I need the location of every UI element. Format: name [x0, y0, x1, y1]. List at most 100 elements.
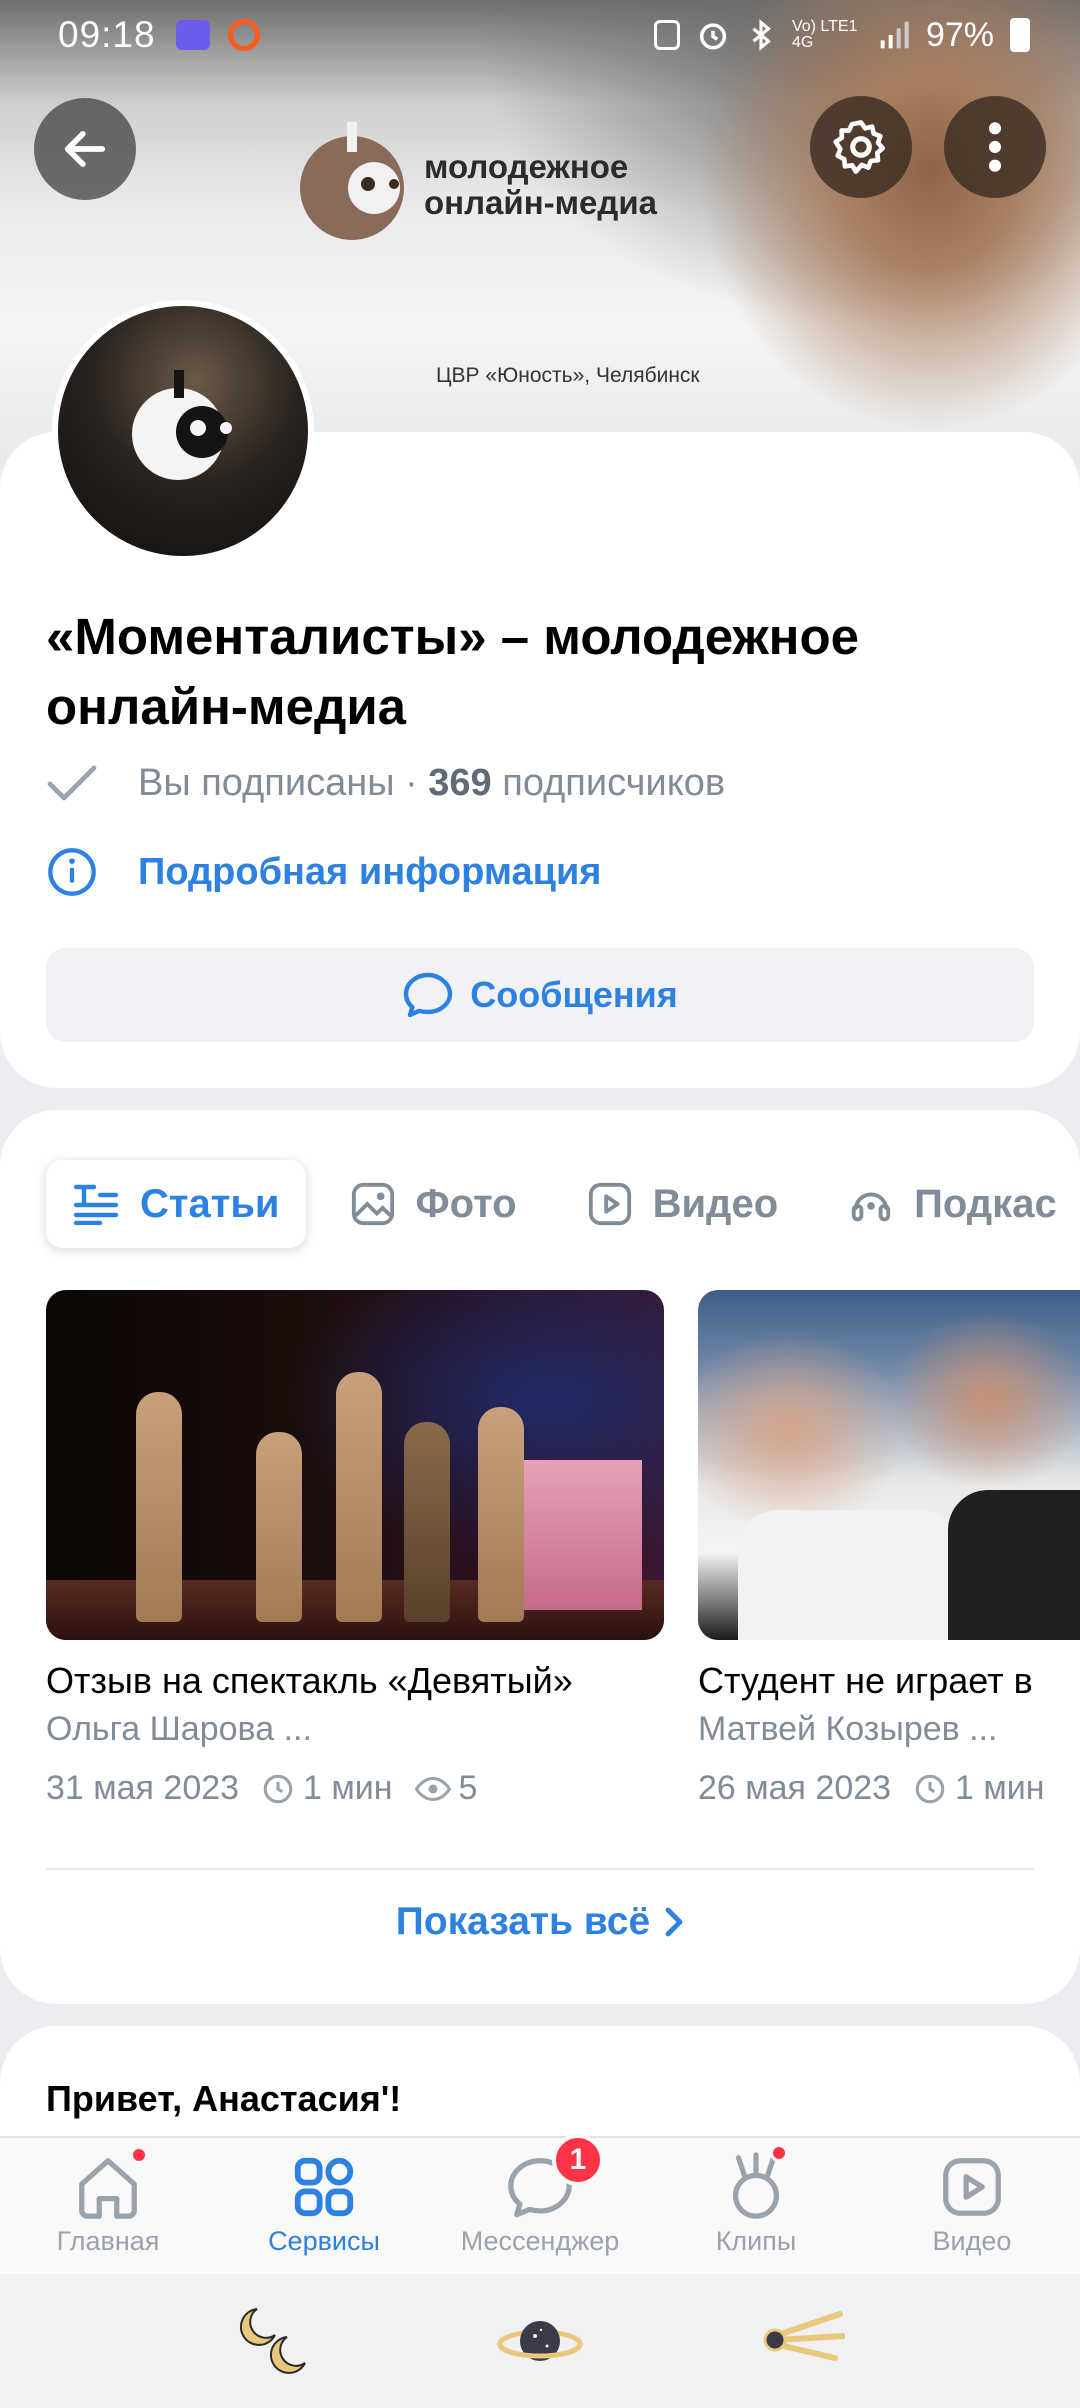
settings-button[interactable] — [810, 96, 912, 198]
battery-icon — [1010, 18, 1030, 52]
back-button[interactable] — [34, 98, 136, 200]
tabbar-services[interactable]: Сервисы — [216, 2138, 432, 2274]
more-vertical-icon — [988, 122, 1002, 172]
tab-articles-label: Статьи — [140, 1181, 280, 1226]
more-button[interactable] — [944, 96, 1046, 198]
actor-figure — [336, 1372, 382, 1622]
community-logo: молодежное онлайн-медиа — [294, 122, 657, 248]
cover-caption: ЦВР «Юность», Челябинск — [436, 364, 700, 387]
article-meta: 26 мая 2023 1 мин — [698, 1769, 1080, 1808]
article-card[interactable]: Отзыв на спектакль «Девятый» Ольга Шаров… — [46, 1290, 664, 1808]
avatar-logo-icon — [132, 370, 232, 480]
tabbar-home-label: Главная — [56, 2226, 160, 2256]
eye-icon — [414, 1776, 451, 1801]
community-avatar[interactable] — [52, 300, 314, 562]
actor-figure — [404, 1422, 450, 1622]
network-label: Vo) LTE1 4G — [791, 18, 858, 51]
gear-icon — [833, 120, 886, 174]
info-icon — [48, 848, 96, 896]
article-read-time: 1 мин — [955, 1769, 1045, 1807]
content-section: Статьи Фото Видео Подкас Отзыв на спекта… — [0, 1110, 1080, 2004]
article-author: Матвей Козырев ... — [698, 1710, 998, 1748]
details-link[interactable]: Подробная информация — [46, 846, 601, 898]
actor-figure — [478, 1407, 524, 1622]
lock-icon — [653, 20, 680, 50]
article-author: Ольга Шарова ... — [46, 1710, 312, 1748]
content-tabs: Статьи Фото Видео Подкас — [46, 1160, 1080, 1248]
tabbar-video[interactable]: Видео — [864, 2138, 1080, 2274]
logo-line2: онлайн-медиа — [424, 184, 657, 221]
logo-text: молодежное онлайн-медиа — [424, 149, 657, 221]
bluetooth-icon — [752, 19, 771, 51]
tab-articles[interactable]: Статьи — [46, 1160, 306, 1248]
home-icon — [79, 2158, 137, 2219]
article-date: 31 мая 2023 — [46, 1769, 240, 1807]
tab-podcasts[interactable]: Подкас — [822, 1160, 1080, 1248]
services-icon — [294, 2157, 354, 2217]
bottom-tab-bar: Главная Сервисы 1 Мессенджер Клипы Видео — [0, 2134, 1080, 2274]
battery-percent: 97% — [925, 15, 994, 54]
stage-panel — [522, 1460, 642, 1610]
system-nav-bar — [0, 2274, 1080, 2408]
article-meta: 31 мая 2023 1 мин 5 — [46, 1769, 664, 1808]
article-title: Студент не играет в — [698, 1660, 1033, 1701]
greeting-text: Привет, Анастасия'! — [46, 2078, 402, 2119]
tabbar-clips[interactable]: Клипы — [648, 2138, 864, 2274]
tab-photo[interactable]: Фото — [324, 1160, 543, 1248]
status-bar: 09:18 Vo) LTE1 4G 97% — [0, 0, 1080, 70]
tabbar-clips-label: Клипы — [715, 2226, 797, 2256]
check-icon — [47, 765, 97, 800]
subscription-status[interactable]: Вы подписаны · 369 подписчиков — [46, 762, 725, 805]
podcast-icon — [851, 1192, 891, 1222]
photo-icon — [351, 1182, 394, 1226]
subscribed-label: Вы подписаны — [138, 762, 395, 804]
alarm-icon — [699, 23, 727, 50]
community-title: «Моменталисты» – молодежное онлайн-медиа — [46, 608, 859, 735]
article-image — [46, 1290, 664, 1640]
articles-carousel[interactable]: Отзыв на спектакль «Девятый» Ольга Шаров… — [46, 1290, 1080, 1808]
clips-icon — [732, 2152, 780, 2219]
separator: · — [405, 762, 418, 804]
article-read-time: 1 мин — [303, 1769, 393, 1807]
tab-video-label: Видео — [652, 1181, 779, 1226]
clock-icon — [915, 1774, 945, 1803]
subscribers-word: подписчиков — [502, 762, 726, 804]
messages-button[interactable]: Сообщения — [46, 948, 1034, 1042]
tabbar-home[interactable]: Главная — [0, 2138, 216, 2274]
article-title: Отзыв на спектакль «Девятый» — [46, 1660, 573, 1701]
video-icon — [943, 2158, 1001, 2216]
show-all-button[interactable]: Показать всё — [0, 1900, 1080, 1944]
comet-icon[interactable] — [755, 2306, 845, 2376]
subscription-text: Вы подписаны · 369 подписчиков — [138, 762, 725, 805]
article-card[interactable]: Студент не играет в Матвей Козырев ... 2… — [698, 1290, 1080, 1808]
app-ring-icon — [227, 19, 260, 51]
actor-figure — [136, 1392, 182, 1622]
message-bubble-icon — [404, 972, 453, 1018]
show-all-label: Показать всё — [395, 1900, 651, 1943]
moons-icon[interactable] — [235, 2301, 325, 2381]
article-date: 26 мая 2023 — [698, 1769, 892, 1807]
tab-photo-label: Фото — [415, 1181, 517, 1226]
articles-icon — [73, 1184, 119, 1225]
subscriber-count: 369 — [428, 762, 492, 804]
tab-video[interactable]: Видео — [561, 1160, 805, 1248]
notification-dot — [770, 2144, 788, 2162]
signal-icon — [880, 21, 909, 49]
video-icon — [588, 1182, 631, 1226]
tab-podcasts-label: Подкас — [914, 1181, 1057, 1226]
logo-line1: молодежное — [424, 148, 629, 185]
logo-mark-icon — [300, 122, 404, 240]
tabbar-video-label: Видео — [932, 2226, 1012, 2256]
details-link-label: Подробная информация — [138, 850, 602, 893]
status-time: 09:18 — [58, 14, 156, 55]
messages-button-label: Сообщения — [470, 974, 678, 1015]
tabbar-messenger-label: Мессенджер — [460, 2226, 620, 2256]
tabbar-messenger[interactable]: 1 Мессенджер — [432, 2134, 648, 2274]
app-notification-icon — [175, 20, 210, 50]
divider — [46, 1868, 1034, 1870]
planet-icon[interactable] — [495, 2306, 585, 2376]
tabbar-services-label: Сервисы — [268, 2226, 380, 2256]
clock-icon — [263, 1774, 293, 1803]
notification-dot — [130, 2146, 148, 2164]
arrow-left-icon — [64, 131, 106, 167]
